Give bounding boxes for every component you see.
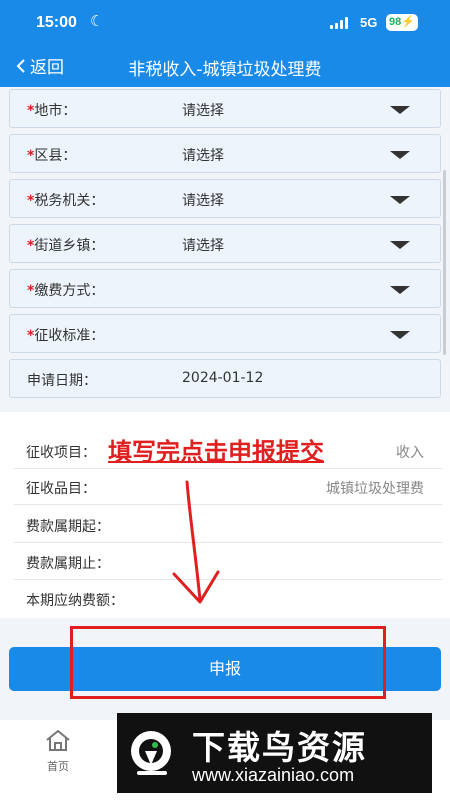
select-tax-office[interactable]: *税务机关： 请选择 xyxy=(9,179,441,218)
info-label: 本期应纳费额： xyxy=(26,593,124,609)
network-type: 5G xyxy=(360,15,378,30)
page-title: 非税收入-城镇垃圾处理费 xyxy=(128,60,322,80)
caret-down-icon xyxy=(390,151,410,159)
field-value: 2024-01-12 xyxy=(182,370,264,386)
field-label: 街道乡镇： xyxy=(34,238,105,254)
bird-logo-icon xyxy=(131,731,171,775)
field-label: 申请日期： xyxy=(27,373,97,389)
watermark-title: 下载鸟资源 xyxy=(192,728,367,767)
arrow-down-icon xyxy=(172,480,220,604)
moon-icon: ☾ xyxy=(90,12,104,30)
signal-icon xyxy=(330,17,350,29)
annotation-text: 填写完点击申报提交 xyxy=(108,438,324,466)
field-label: 地市： xyxy=(34,103,77,119)
status-time: 15:00 xyxy=(36,14,77,31)
tab-home-label: 首页 xyxy=(47,760,69,773)
scrollbar[interactable] xyxy=(443,170,446,355)
application-date-field[interactable]: 申请日期： 2024-01-12 xyxy=(9,359,441,398)
field-value: 请选择 xyxy=(182,148,224,164)
caret-down-icon xyxy=(390,286,410,294)
field-label: 征收标准： xyxy=(34,328,105,344)
info-label: 费款属期止： xyxy=(26,556,110,572)
app-header: 15:00 ☾ 5G 98⚡ 返回 非税收入-城镇垃圾处理费 xyxy=(0,0,450,87)
watermark-banner: 下载鸟资源 www.xiazainiao.com xyxy=(117,713,432,793)
battery-level: 98 xyxy=(389,16,402,28)
caret-down-icon xyxy=(390,331,410,339)
field-label: 区县： xyxy=(34,148,77,164)
info-label: 费款属期起： xyxy=(26,519,110,535)
form-section: *地市： 请选择 *区县： 请选择 *税务机关： 请选择 *街道乡镇： 请选择 … xyxy=(0,87,450,412)
status-bar: 15:00 ☾ 5G 98⚡ xyxy=(0,0,450,46)
field-value: 请选择 xyxy=(182,238,224,254)
info-label: 征收品目： xyxy=(26,481,96,497)
info-value: 城镇垃圾处理费 xyxy=(326,481,424,497)
select-district[interactable]: *区县： 请选择 xyxy=(9,134,441,173)
field-label: 税务机关： xyxy=(34,193,105,209)
highlight-box xyxy=(70,626,386,699)
info-value: 收入 xyxy=(396,445,424,461)
tab-home[interactable]: 首页 xyxy=(38,728,78,774)
select-payment-method[interactable]: *缴费方式： xyxy=(9,269,441,308)
caret-down-icon xyxy=(390,241,410,249)
field-label: 缴费方式： xyxy=(34,283,105,299)
home-icon xyxy=(46,730,70,751)
field-value: 请选择 xyxy=(182,103,224,119)
watermark-url: www.xiazainiao.com xyxy=(192,765,355,785)
caret-down-icon xyxy=(390,196,410,204)
select-levy-standard[interactable]: *征收标准： xyxy=(9,314,441,353)
caret-down-icon xyxy=(390,106,410,114)
select-city[interactable]: *地市： 请选择 xyxy=(9,89,441,128)
battery-icon: 98⚡ xyxy=(386,14,418,31)
info-label: 征收项目： xyxy=(26,445,96,461)
field-value: 请选择 xyxy=(182,193,224,209)
select-street-town[interactable]: *街道乡镇： 请选择 xyxy=(9,224,441,263)
